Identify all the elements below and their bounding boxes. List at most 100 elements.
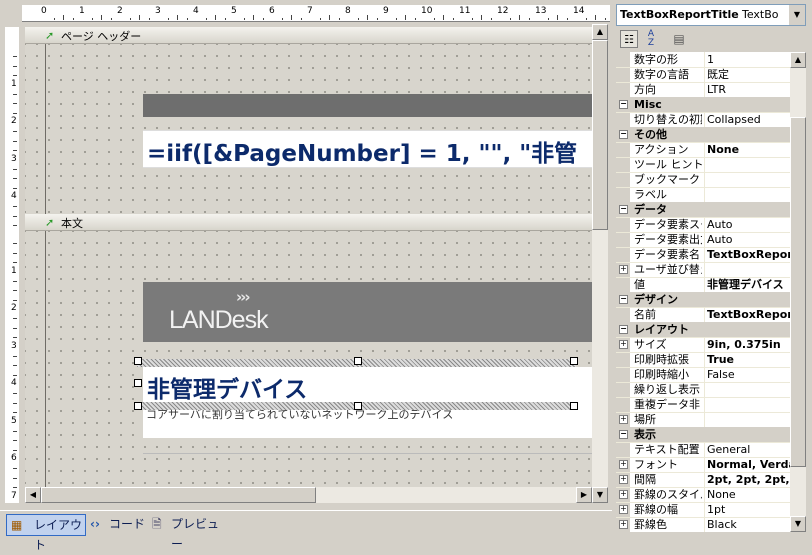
scroll-right-icon[interactable]: ▶	[576, 487, 592, 503]
collapse-icon[interactable]: −	[619, 205, 628, 214]
page-header-band[interactable]: ➚ ページ ヘッダー	[25, 27, 592, 44]
tab-layout[interactable]: ▦ レイアウト	[6, 514, 86, 552]
property-row[interactable]: 重複データ非	[616, 397, 791, 413]
scroll-left-icon[interactable]: ◀	[25, 487, 41, 503]
property-row[interactable]: + 場所	[616, 412, 791, 428]
property-row[interactable]: アクション None	[616, 142, 791, 158]
property-grid[interactable]: 数字の形1数字の言語既定方向LTR−Misc切り替えの初期Collapsed−そ…	[616, 52, 791, 532]
property-value[interactable]: False	[704, 367, 791, 382]
expand-icon[interactable]: +	[619, 340, 628, 349]
property-value[interactable]: TextBoxReport	[704, 247, 791, 262]
property-row[interactable]: 数字の言語 既定	[616, 67, 791, 83]
property-value[interactable]: 1	[704, 52, 791, 67]
property-value[interactable]	[704, 382, 791, 397]
property-value[interactable]: Black	[704, 517, 791, 532]
resize-handle[interactable]	[134, 402, 142, 410]
property-value[interactable]: LTR	[704, 82, 791, 97]
property-row[interactable]: + 間隔 2pt, 2pt, 2pt, 2	[616, 472, 791, 488]
collapse-arrow-icon[interactable]: ➚	[45, 216, 54, 229]
expand-icon[interactable]: +	[619, 460, 628, 469]
property-category[interactable]: − デザイン	[616, 292, 791, 308]
property-value[interactable]	[704, 157, 791, 172]
property-row[interactable]: テキスト配置 General	[616, 442, 791, 458]
property-value[interactable]: True	[704, 352, 791, 367]
scroll-thumb[interactable]	[592, 40, 608, 230]
collapse-icon[interactable]: −	[619, 295, 628, 304]
property-value[interactable]	[704, 172, 791, 187]
designer-horizontal-scrollbar[interactable]: ◀ ▶	[25, 487, 592, 503]
property-row[interactable]: 数字の形 1	[616, 52, 791, 68]
property-row[interactable]: データ要素スタAuto	[616, 217, 791, 233]
property-row[interactable]: データ要素出力Auto	[616, 232, 791, 248]
categorized-icon[interactable]: ☷	[620, 30, 638, 48]
report-title-textbox[interactable]: 非管理デバイス	[143, 367, 592, 402]
collapse-arrow-icon[interactable]: ➚	[45, 29, 54, 42]
resize-handle[interactable]	[354, 402, 362, 410]
property-row[interactable]: + ユーザ並び替え	[616, 262, 791, 278]
scroll-down-icon[interactable]: ▼	[592, 487, 608, 503]
property-row[interactable]: + サイズ 9in, 0.375in	[616, 337, 791, 353]
property-value[interactable]: General	[704, 442, 791, 457]
body-band[interactable]: ➚ 本文	[25, 214, 592, 231]
scroll-thumb[interactable]	[41, 487, 316, 503]
property-row[interactable]: 印刷時拡張 True	[616, 352, 791, 368]
property-category[interactable]: − 表示	[616, 427, 791, 443]
scroll-thumb[interactable]	[790, 117, 806, 467]
property-value[interactable]	[704, 412, 791, 427]
tab-code[interactable]: ‹› コード	[88, 514, 148, 534]
property-row[interactable]: ツール ヒント	[616, 157, 791, 173]
property-row[interactable]: 切り替えの初期Collapsed	[616, 112, 791, 128]
collapse-icon[interactable]: −	[619, 325, 628, 334]
expand-icon[interactable]: +	[619, 415, 628, 424]
property-category[interactable]: − レイアウト	[616, 322, 791, 338]
property-value[interactable]: Normal, Verda	[704, 457, 791, 472]
property-category[interactable]: − データ	[616, 202, 791, 218]
resize-handle[interactable]	[354, 357, 362, 365]
scroll-down-icon[interactable]: ▼	[790, 516, 806, 532]
property-row[interactable]: 値 非管理デバイス	[616, 277, 791, 293]
property-category[interactable]: − Misc	[616, 97, 791, 113]
property-value[interactable]: None	[704, 487, 791, 502]
collapse-icon[interactable]: −	[619, 100, 628, 109]
collapse-icon[interactable]: −	[619, 430, 628, 439]
logo-image[interactable]: ››› LANDesk	[143, 282, 592, 342]
property-value[interactable]: 非管理デバイス	[704, 277, 791, 292]
resize-handle[interactable]	[134, 357, 142, 365]
property-value[interactable]: Auto	[704, 217, 791, 232]
page-number-textbox[interactable]: =iif([&PageNumber] = 1, "", "非管	[143, 130, 592, 168]
property-value[interactable]: Auto	[704, 232, 791, 247]
scroll-up-icon[interactable]: ▲	[790, 52, 806, 68]
designer-vertical-scrollbar[interactable]: ▲ ▼	[592, 24, 608, 503]
property-row[interactable]: 印刷時縮小 False	[616, 367, 791, 383]
expand-icon[interactable]: +	[619, 475, 628, 484]
property-value[interactable]: Collapsed	[704, 112, 791, 127]
property-value[interactable]: None	[704, 142, 791, 157]
sort-alpha-icon[interactable]: AZ	[642, 30, 660, 48]
property-value[interactable]	[704, 397, 791, 412]
chevron-down-icon[interactable]: ▼	[789, 5, 805, 25]
resize-handle[interactable]	[570, 402, 578, 410]
property-row[interactable]: + 罫線のスタイルNone	[616, 487, 791, 503]
page-header-canvas[interactable]: =iif([&PageNumber] = 1, "", "非管	[25, 44, 592, 214]
object-selector[interactable]: TextBoxReportTitle TextBo ▼	[616, 4, 806, 26]
collapse-icon[interactable]: −	[619, 130, 628, 139]
expand-icon[interactable]: +	[619, 505, 628, 514]
property-value[interactable]: 既定	[704, 67, 791, 82]
property-value[interactable]	[704, 187, 791, 202]
expand-icon[interactable]: +	[619, 265, 628, 274]
property-pages-icon[interactable]: ▤	[670, 30, 688, 48]
property-row[interactable]: + 罫線の幅 1pt	[616, 502, 791, 518]
property-row[interactable]: データ要素名 TextBoxReport	[616, 247, 791, 263]
property-row[interactable]: 名前 TextBoxRepor	[616, 307, 791, 323]
property-row[interactable]: ラベル	[616, 187, 791, 203]
property-value[interactable]: TextBoxRepor	[704, 307, 791, 322]
property-value[interactable]	[704, 262, 791, 277]
expand-icon[interactable]: +	[619, 490, 628, 499]
expand-icon[interactable]: +	[619, 520, 628, 529]
header-bar[interactable]	[143, 94, 592, 117]
body-canvas[interactable]: ››› LANDesk コアサーバに割り当てられていないネットワーク上のデバイス…	[25, 231, 592, 487]
resize-handle[interactable]	[134, 379, 142, 387]
property-row[interactable]: 方向 LTR	[616, 82, 791, 98]
scroll-up-icon[interactable]: ▲	[592, 24, 608, 40]
property-row[interactable]: + フォント Normal, Verda	[616, 457, 791, 473]
